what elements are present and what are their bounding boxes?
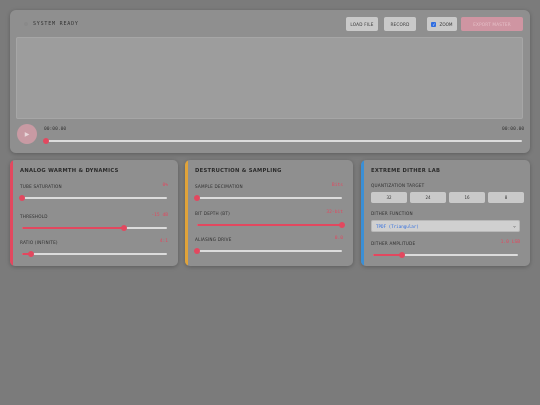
slider-knob[interactable]: [120, 225, 127, 231]
quantization-label: QUANTIZATION TARGET: [371, 183, 425, 188]
threshold-label: THRESHOLD: [20, 214, 48, 219]
slider-knob[interactable]: [194, 248, 200, 254]
ratio-slider[interactable]: [22, 251, 167, 257]
quantization-8-button[interactable]: 8: [488, 192, 524, 203]
card-accent: [361, 160, 364, 266]
status-text: SYSTEM READY: [33, 21, 79, 27]
status-dot-icon: [24, 22, 28, 26]
card-title: ANALOG WARMTH & DYNAMICS: [20, 168, 119, 174]
checkbox-checked-icon[interactable]: ✓: [431, 21, 437, 27]
slider-knob[interactable]: [27, 251, 34, 257]
slider-knob[interactable]: [19, 195, 25, 201]
quantization-buttons: 32 24 16 8: [371, 192, 524, 203]
waveform-display[interactable]: [16, 37, 523, 119]
ratio-label: RATIO (INFINITE): [20, 240, 58, 245]
slider-knob[interactable]: [399, 252, 405, 258]
dither-amplitude-label: DITHER AMPLITUDE: [371, 241, 416, 246]
sample-decimation-label: SAMPLE DECIMATION: [195, 184, 243, 189]
aliasing-drive-label: ALIASING DRIVE: [195, 237, 232, 242]
bit-depth-slider[interactable]: [197, 222, 345, 228]
aliasing-drive-slider[interactable]: [194, 248, 342, 254]
export-master-button[interactable]: EXPORT MASTER: [461, 17, 523, 31]
play-icon: ▶: [24, 130, 30, 138]
dither-function-value: TPDF (Triangular): [376, 223, 419, 229]
quantization-24-button[interactable]: 24: [410, 192, 446, 203]
status-indicator: SYSTEM READY: [24, 21, 79, 27]
tube-saturation-label: TUBE SATURATION: [20, 184, 62, 189]
slider-fill: [373, 254, 402, 256]
sample-decimation-slider[interactable]: [194, 195, 342, 201]
transport-panel: SYSTEM READY LOAD FILE RECORD ✓ ZOOM EXP…: [10, 10, 530, 153]
record-button[interactable]: RECORD: [384, 17, 416, 31]
current-time: 00:00.00: [44, 127, 67, 132]
slider-fill: [197, 224, 342, 226]
threshold-slider[interactable]: [22, 225, 167, 231]
dither-amplitude-slider[interactable]: [373, 252, 518, 258]
slider-fill: [22, 227, 124, 229]
chevron-down-icon: ⌄: [512, 223, 516, 229]
dither-function-label: DITHER FUNCTION: [371, 211, 413, 216]
dither-card: EXTREME DITHER LAB QUANTIZATION TARGET 3…: [361, 160, 530, 266]
destruction-card: DESTRUCTION & SAMPLING SAMPLE DECIMATION…: [185, 160, 353, 266]
bit-depth-label: BIT DEPTH (BT): [195, 211, 230, 216]
quantization-32-button[interactable]: 32: [371, 192, 407, 203]
zoom-label: ZOOM: [439, 21, 453, 27]
card-accent: [185, 160, 188, 266]
dither-function-select[interactable]: TPDF (Triangular) ⌄: [371, 220, 520, 232]
load-file-button[interactable]: LOAD FILE: [346, 17, 378, 31]
aliasing-drive-value: 0.0: [334, 236, 343, 241]
slider-knob[interactable]: [339, 222, 345, 228]
card-title: DESTRUCTION & SAMPLING: [195, 168, 282, 174]
seek-thumb[interactable]: [43, 138, 49, 144]
tube-saturation-value: 0%: [162, 183, 168, 188]
card-title: EXTREME DITHER LAB: [371, 168, 441, 174]
analog-card: ANALOG WARMTH & DYNAMICS TUBE SATURATION…: [10, 160, 178, 266]
bit-depth-value: 32-bit: [326, 210, 343, 215]
sample-decimation-value: Bits: [331, 183, 343, 188]
slider-knob[interactable]: [194, 195, 200, 201]
dither-amplitude-value: 1.0 LSB: [500, 240, 520, 245]
play-button[interactable]: ▶: [17, 124, 37, 144]
quantization-16-button[interactable]: 16: [449, 192, 485, 203]
total-time: 00:00.00: [502, 127, 525, 132]
card-accent: [10, 160, 13, 266]
zoom-toggle[interactable]: ✓ ZOOM: [427, 17, 457, 31]
seek-bar[interactable]: [43, 138, 522, 144]
ratio-value: 4:1: [159, 239, 168, 244]
threshold-value: -15 dB: [151, 213, 168, 218]
tube-saturation-slider[interactable]: [19, 195, 167, 201]
